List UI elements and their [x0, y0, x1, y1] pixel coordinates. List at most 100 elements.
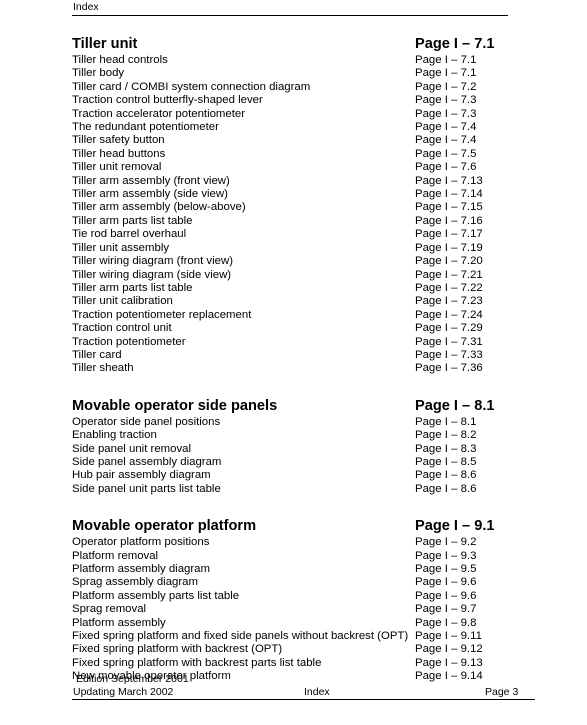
index-entry-page: Page I – 7.4 [415, 121, 477, 134]
index-entry-page: Page I – 7.20 [415, 255, 483, 268]
index-entry-title: Tiller unit removal [72, 161, 162, 174]
index-section-heading[interactable]: Movable operator platform Page I – 9.1 [72, 518, 535, 535]
index-entry[interactable]: Tiller card / COMBI system connection di… [72, 81, 535, 94]
index-entry[interactable]: Tiller arm parts list table Page I – 7.22 [72, 282, 535, 295]
index-entry[interactable]: Tiller unit calibration Page I – 7.23 [72, 295, 535, 308]
index-entry[interactable]: Sprag removal Page I – 9.7 [72, 603, 535, 616]
section-heading-page: Page I – 7.1 [415, 36, 495, 52]
index-entry-page: Page I – 8.5 [415, 455, 477, 468]
index-entry-title: Tie rod barrel overhaul [72, 228, 187, 241]
index-entry-title: Tiller body [72, 67, 125, 80]
index-entry-title: Side panel unit parts list table [72, 482, 221, 495]
index-entry[interactable]: Tiller head buttons Page I – 7.5 [72, 148, 535, 161]
index-entry[interactable]: Traction accelerator potentiometer Page I… [72, 108, 535, 121]
index-entry-title: Tiller arm parts list table [72, 214, 193, 227]
index-entry[interactable]: Tiller wiring diagram (front view) Page I… [72, 255, 535, 268]
section-heading-page: Page I – 8.1 [415, 397, 495, 414]
index-entry-page: Page I – 7.23 [415, 295, 483, 308]
index-entry[interactable]: Platform assembly Page I – 9.8 [72, 617, 535, 630]
index-entry-page: Page I – 9.6 [415, 576, 477, 589]
index-entry-page: Page I – 8.2 [415, 429, 477, 442]
index-entry-page: Page I – 7.17 [415, 228, 483, 241]
index-entry-title: Tiller head controls [72, 54, 168, 66]
index-entry[interactable]: Tiller arm assembly (front view) Page I –… [72, 175, 535, 188]
index-entry[interactable]: Tiller unit assembly Page I – 7.19 [72, 242, 535, 255]
index-entry-title: Tiller arm assembly (side view) [72, 188, 228, 201]
index-section-heading[interactable]: Tiller unit Page I – 7.1 [72, 36, 535, 53]
page-footer: Edition September 2001 Updating March 20… [72, 673, 535, 700]
index-entry-title: Tiller wiring diagram (front view) [72, 255, 233, 268]
index-entry[interactable]: Tiller sheath Page I – 7.36 [72, 362, 535, 375]
index-entry[interactable]: Tiller card Page I – 7.33 [72, 349, 535, 362]
index-entry[interactable]: Traction control unit Page I – 7.29 [72, 322, 535, 335]
index-entry-title: Tiller arm parts list table [72, 281, 193, 294]
index-entry-page: Page I – 8.6 [415, 469, 477, 482]
index-entry-page: Page I – 7.24 [415, 308, 483, 321]
index-entry-page: Page I – 7.4 [415, 134, 477, 147]
index-entry-title: Operator platform positions [72, 536, 210, 549]
index-entry[interactable]: Tiller unit removal Page I – 7.6 [72, 161, 535, 174]
index-entry-title: Traction control unit [72, 322, 172, 335]
index-entry[interactable]: Tiller body Page I – 7.1 [72, 67, 535, 80]
index-section: Movable operator side panels Page I – 8.1… [72, 398, 535, 496]
index-entry[interactable]: Tiller arm parts list table Page I – 7.16 [72, 215, 535, 228]
index-entry-page: Page I – 9.5 [415, 563, 477, 575]
index-entry-page: Page I – 7.1 [415, 54, 477, 66]
document-page: Index Tiller unit Page I – 7.1 Tiller head… [0, 0, 587, 725]
footer-bottom-line: Updating March 2002 Index Page 3 [72, 686, 535, 699]
index-entry[interactable]: Side panel assembly diagram Page I – 8.5 [72, 456, 535, 469]
index-entry-page: Page I – 7.3 [415, 107, 477, 120]
index-entry[interactable]: Hub pair assembly diagram Page I – 8.6 [72, 469, 535, 482]
index-entry-page: Page I – 7.3 [415, 94, 477, 107]
index-entry[interactable]: Tiller arm assembly (below-above) Page I … [72, 201, 535, 214]
index-section-heading[interactable]: Movable operator side panels Page I – 8.1 [72, 398, 535, 415]
index-entry-page: Page I – 7.15 [415, 201, 483, 214]
index-entry-page: Page I – 7.5 [415, 147, 477, 160]
index-entry[interactable]: Platform assembly parts list table Page I… [72, 590, 535, 603]
index-entry-page: Page I – 9.3 [415, 549, 477, 562]
index-entry[interactable]: Side panel unit parts list table Page I –… [72, 483, 535, 496]
index-entry-page: Page I – 7.29 [415, 322, 483, 335]
index-entry[interactable]: Tiller wiring diagram (side view) Page I … [72, 269, 535, 282]
index-entry-title: Fixed spring platform with backrest part… [72, 656, 322, 669]
index-entry[interactable]: Sprag assembly diagram Page I – 9.6 [72, 576, 535, 589]
index-entry-title: Tiller unit calibration [72, 295, 173, 308]
index-entry[interactable]: Fixed spring platform with backrest (OPT… [72, 643, 535, 656]
index-entry-title: Traction control butterfly-shaped lever [72, 94, 263, 107]
index-entry-page: Page I – 7.21 [415, 268, 483, 281]
index-entry[interactable]: Platform removal Page I – 9.3 [72, 550, 535, 563]
index-entry-page: Page I – 9.13 [415, 656, 483, 669]
index-entry[interactable]: Tie rod barrel overhaul Page I – 7.17 [72, 228, 535, 241]
index-entry[interactable]: Operator platform positions Page I – 9.2 [72, 536, 535, 549]
index-entry[interactable]: Operator side panel positions Page I – 8.… [72, 416, 535, 429]
index-entry-page: Page I – 8.3 [415, 442, 477, 455]
index-entry-title: Fixed spring platform and fixed side pan… [72, 630, 409, 643]
index-entry[interactable]: Platform assembly diagram Page I – 9.5 [72, 563, 535, 576]
index-content: Tiller unit Page I – 7.1 Tiller head contr… [72, 36, 535, 684]
section-heading-title: Movable operator platform [72, 518, 257, 535]
index-entry[interactable]: Side panel unit removal Page I – 8.3 [72, 443, 535, 456]
index-entry[interactable]: Fixed spring platform with backrest part… [72, 657, 535, 670]
index-entry-page: Page I – 7.14 [415, 188, 483, 201]
index-entry-title: Tiller card / COMBI system connection di… [72, 80, 311, 93]
index-section: Movable operator platform Page I – 9.1 Ope… [72, 518, 535, 683]
index-entry[interactable]: Tiller head controls Page I – 7.1 [72, 54, 535, 67]
index-entry[interactable]: Tiller safety button Page I – 7.4 [72, 134, 535, 147]
index-entry[interactable]: Tiller arm assembly (side view) Page I – … [72, 188, 535, 201]
index-entry[interactable]: Fixed spring platform and fixed side pan… [72, 630, 535, 643]
index-entry[interactable]: Traction potentiometer Page I – 7.31 [72, 336, 535, 349]
index-entry[interactable]: Traction potentiometer replacement Page I… [72, 309, 535, 322]
index-entry-page: Page I – 9.8 [415, 616, 477, 629]
index-entry-page: Page I – 7.2 [415, 80, 477, 93]
index-entry-title: Tiller arm assembly (front view) [72, 174, 230, 187]
index-entry[interactable]: Enabling traction Page I – 8.2 [72, 429, 535, 442]
index-entry-title: Traction potentiometer [72, 335, 186, 348]
index-entry-page: Page I – 9.2 [415, 536, 477, 549]
index-entry-title: Side panel unit removal [72, 442, 192, 455]
index-entry[interactable]: The redundant potentiometer Page I – 7.4 [72, 121, 535, 134]
index-entry[interactable]: Traction control butterfly-shaped lever P… [72, 94, 535, 107]
index-entry-page: Page I – 7.19 [415, 241, 483, 254]
index-entry-title: Platform assembly [72, 616, 166, 629]
footer-updating: Updating March 2002 [73, 685, 174, 698]
page-header: Index [72, 1, 508, 16]
